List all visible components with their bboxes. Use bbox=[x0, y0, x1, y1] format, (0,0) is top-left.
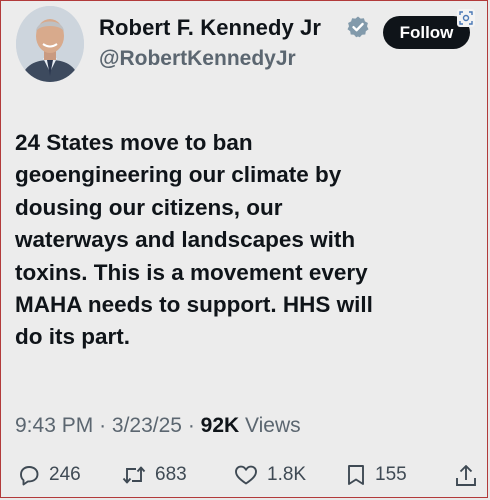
avatar[interactable] bbox=[16, 6, 84, 82]
like-button[interactable]: 1.8K bbox=[233, 463, 306, 487]
meta-separator: · bbox=[187, 414, 201, 437]
reply-icon bbox=[20, 466, 39, 486]
verified-badge-icon bbox=[347, 16, 369, 38]
tweet-meta: 9:43 PM · 3/23/25 · 92K Views bbox=[15, 414, 301, 438]
bookmark-count: 155 bbox=[375, 464, 407, 485]
reply-button[interactable]: 246 bbox=[17, 463, 81, 487]
views-count: 92K bbox=[200, 414, 240, 437]
tweet-time[interactable]: 9:43 PM bbox=[15, 414, 93, 437]
action-bar: 246 683 1.8K 155 bbox=[1, 463, 489, 493]
tweet-text: 24 States move to ban geoengineering our… bbox=[15, 130, 373, 350]
views-label: Views bbox=[245, 414, 301, 437]
bookmark-icon bbox=[348, 465, 364, 485]
tweet-date[interactable]: 3/23/25 bbox=[112, 414, 182, 437]
bookmark-button[interactable]: 155 bbox=[345, 463, 407, 487]
like-count: 1.8K bbox=[267, 464, 307, 485]
repost-button[interactable]: 683 bbox=[121, 463, 187, 487]
visual-search-icon[interactable] bbox=[457, 9, 475, 27]
repost-icon bbox=[122, 466, 146, 484]
tweet-card: Robert F. Kennedy Jr @RobertKennedyJr Fo… bbox=[0, 0, 488, 498]
repost-count: 683 bbox=[155, 464, 187, 485]
heart-icon bbox=[235, 465, 257, 485]
author-name[interactable]: Robert F. Kennedy Jr bbox=[99, 15, 321, 41]
author-handle[interactable]: @RobertKennedyJr bbox=[99, 47, 296, 71]
reply-count: 246 bbox=[49, 464, 81, 485]
share-icon bbox=[456, 465, 476, 486]
meta-separator: · bbox=[99, 414, 112, 437]
share-button[interactable] bbox=[454, 463, 478, 489]
